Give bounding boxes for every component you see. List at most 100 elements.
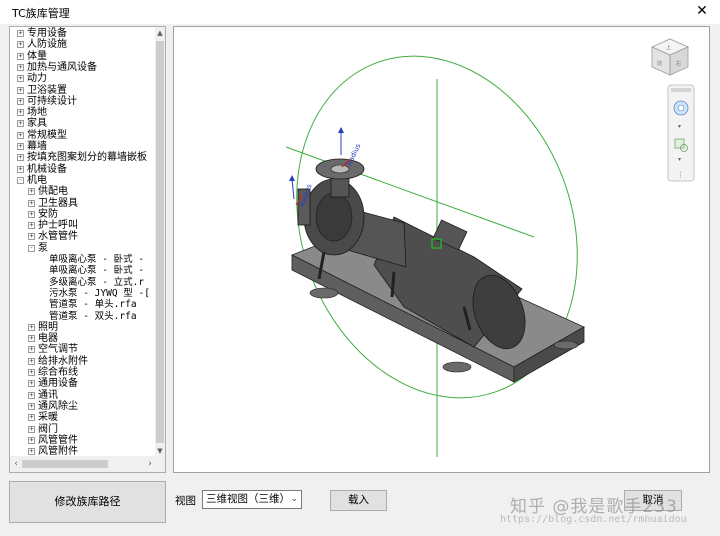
expand-icon[interactable]: + <box>17 97 24 105</box>
collapse-icon[interactable]: - <box>17 176 24 184</box>
tree-node-label: 按填充图案划分的幕墙嵌板 <box>27 152 147 164</box>
tree-node-label: 常规模型 <box>27 129 67 141</box>
tree-node-label: 机电 <box>27 174 47 186</box>
expand-icon[interactable]: + <box>17 165 24 173</box>
view-select[interactable]: 三维视图（三维） ⌄ <box>202 490 302 509</box>
tree-node-label: 加热与通风设备 <box>27 61 97 73</box>
tree-node-label: 管道泵 - 双头.rfa <box>49 310 137 322</box>
viewcube-face-right: 右 <box>676 60 681 67</box>
3d-preview-viewport[interactable]: Radius Radius 前 右 上 ▾ ▾ ⋮ <box>173 26 710 473</box>
expand-icon[interactable]: + <box>17 154 24 162</box>
pump-outlet-bore <box>330 164 350 174</box>
hscroll-thumb[interactable] <box>22 460 108 468</box>
tree-node-label: 专用设备 <box>27 28 67 39</box>
watermark-url: https://blog.csdn.net/rmhuaidou <box>500 514 687 525</box>
expand-icon[interactable]: + <box>28 402 35 410</box>
expand-icon[interactable]: + <box>17 30 24 37</box>
tree-node-label: 空气调节 <box>38 344 78 356</box>
tree-node-label: 管道泵 - 单头.rfa <box>49 299 137 311</box>
tree-node-label: 污水泵 - JYWQ 型 -[ <box>49 287 150 299</box>
tree-node-label: 幕墙 <box>27 141 47 152</box>
expand-icon[interactable]: + <box>28 210 35 218</box>
scroll-thumb[interactable] <box>156 41 164 443</box>
expand-icon[interactable]: + <box>28 380 35 388</box>
expand-icon[interactable]: + <box>28 448 35 456</box>
expand-icon[interactable]: + <box>28 414 35 422</box>
tree-node-label: 照明 <box>38 321 58 333</box>
expand-icon[interactable]: + <box>28 233 35 241</box>
expand-icon[interactable]: + <box>17 120 24 128</box>
horizontal-scrollbar[interactable]: ‹ › <box>10 456 156 472</box>
scroll-up-icon[interactable]: ▲ <box>155 27 165 39</box>
connector-arrowhead-side <box>289 175 295 181</box>
expand-icon[interactable]: + <box>17 52 24 60</box>
pump-foot <box>442 361 472 373</box>
tree-node-label: 给排水附件 <box>38 355 88 367</box>
navigation-bar[interactable] <box>667 84 695 182</box>
expand-icon[interactable]: + <box>28 391 35 399</box>
collapse-icon[interactable]: - <box>28 244 35 252</box>
tree-node-label: 场地 <box>27 107 47 119</box>
scroll-left-icon[interactable]: ‹ <box>10 456 22 472</box>
viewcube-face-front: 前 <box>657 60 662 67</box>
pump-foot <box>553 340 579 350</box>
tree-node-label: 家具 <box>27 118 47 130</box>
tree-node-label: 安防 <box>38 208 58 220</box>
expand-icon[interactable]: + <box>17 109 24 117</box>
expand-icon[interactable]: + <box>28 335 35 343</box>
tree-node-label: 体量 <box>27 50 47 62</box>
expand-icon[interactable]: + <box>28 346 35 354</box>
title-bar: TC族库管理 ✕ <box>0 0 720 24</box>
load-button[interactable]: 载入 <box>330 490 387 511</box>
expand-icon[interactable]: + <box>28 323 35 331</box>
pump-3d-view[interactable]: Radius Radius 前 右 上 ▾ ▾ ⋮ <box>174 27 710 473</box>
tree-node-label: 综合布线 <box>38 367 78 378</box>
cancel-button[interactable]: 取消 <box>624 490 682 511</box>
expand-icon[interactable]: + <box>28 222 35 230</box>
expand-icon[interactable]: + <box>17 131 24 139</box>
steering-wheel-dropdown-icon[interactable]: ▾ <box>678 123 681 130</box>
expand-icon[interactable]: + <box>28 188 35 196</box>
tree-node-label: 卫浴装置 <box>27 84 67 96</box>
tree-node-label: 阀门 <box>38 423 58 435</box>
tree-node-label: 动力 <box>27 73 47 85</box>
expand-icon[interactable]: + <box>28 357 35 365</box>
expand-icon[interactable]: + <box>28 436 35 444</box>
pump-support <box>390 271 396 298</box>
tree-node-label: 机械设备 <box>27 163 67 175</box>
connector-arrowhead-top <box>338 127 344 133</box>
navbar-menu-icon[interactable]: ⋮ <box>677 171 684 179</box>
tree-node-label: 单吸离心泵 - 卧式 - <box>49 265 145 277</box>
expand-icon[interactable]: + <box>28 369 35 376</box>
viewcube-icon[interactable]: 前 右 上 <box>651 38 689 76</box>
expand-icon[interactable]: + <box>28 425 35 433</box>
expand-icon[interactable]: + <box>17 143 24 150</box>
tree-node-label: 泵 <box>38 242 48 254</box>
expand-icon[interactable]: + <box>17 75 24 83</box>
window-title: TC族库管理 <box>12 7 70 20</box>
expand-icon[interactable]: + <box>28 199 35 207</box>
expand-icon[interactable]: + <box>17 41 24 49</box>
scroll-corner <box>155 456 165 472</box>
tree-node-label: 护士呼叫 <box>38 220 78 232</box>
tree-node-label: 单吸离心泵 - 卧式 - <box>49 254 145 265</box>
chevron-down-icon: ⌄ <box>290 494 298 504</box>
tree-node-label: 通讯 <box>38 389 58 401</box>
tree-node-label: 供配电 <box>38 186 68 198</box>
tree-node-label: 电器 <box>38 333 58 345</box>
modify-library-path-button[interactable]: 修改族库路径 <box>9 481 166 523</box>
tree-node-label: 风管管件 <box>38 434 78 446</box>
steering-wheel-icon[interactable] <box>673 100 689 116</box>
close-icon[interactable]: ✕ <box>684 0 720 24</box>
expand-icon[interactable]: + <box>17 86 24 94</box>
tree-node-label: 卫生器具 <box>38 197 78 209</box>
zoom-dropdown-icon[interactable]: ▾ <box>678 156 681 163</box>
tree-node-label: 水管管件 <box>38 231 78 243</box>
view-select-value: 三维视图（三维） <box>206 493 290 505</box>
tree-node-label: 通用设备 <box>38 378 78 390</box>
expand-icon[interactable]: + <box>17 63 24 71</box>
pump-volute-inner <box>315 192 353 242</box>
view-label: 视图 <box>175 495 196 507</box>
vertical-scrollbar[interactable]: ▲ ▼ <box>155 27 165 457</box>
tree-node-label: 多级离心泵 - 立式.r <box>49 276 145 288</box>
